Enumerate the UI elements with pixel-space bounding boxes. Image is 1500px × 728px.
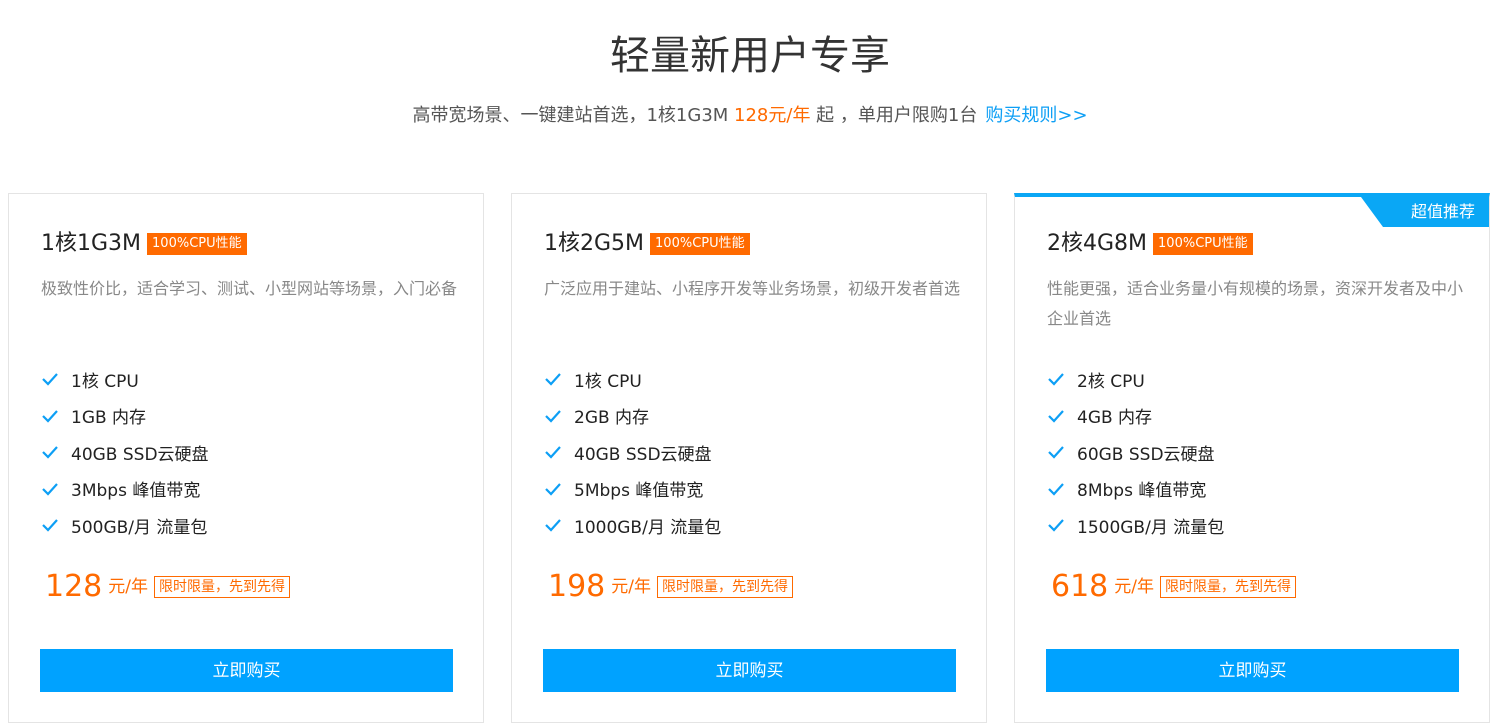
feature-item: 60GB SSD云硬盘 xyxy=(1047,434,1224,471)
cpu-performance-badge: 100%CPU性能 xyxy=(650,233,750,255)
feature-item: 1GB 内存 xyxy=(41,398,209,435)
check-icon xyxy=(1048,483,1064,496)
feature-text: 1GB 内存 xyxy=(71,408,147,429)
buy-now-button[interactable]: 立即购买 xyxy=(40,649,453,692)
plan-price: 618 xyxy=(1051,569,1109,604)
feature-item: 40GB SSD云硬盘 xyxy=(41,434,209,471)
cpu-performance-badge: 100%CPU性能 xyxy=(147,233,247,255)
plan-card-1c1g3m: 1核1G3M 100%CPU性能 极致性价比，适合学习、测试、小型网站等场景，入… xyxy=(8,193,484,723)
limited-offer-tag: 限时限量，先到先得 xyxy=(154,576,290,598)
plan-price: 198 xyxy=(548,569,606,604)
feature-list: 1核 CPU 2GB 内存 40GB SSD云硬盘 5Mbps 峰值带宽 100… xyxy=(544,361,721,544)
feature-item: 1000GB/月 流量包 xyxy=(544,507,721,544)
cpu-performance-badge: 100%CPU性能 xyxy=(1153,233,1253,255)
buy-now-button[interactable]: 立即购买 xyxy=(543,649,956,692)
feature-text: 8Mbps 峰值带宽 xyxy=(1077,481,1207,502)
feature-text: 3Mbps 峰值带宽 xyxy=(71,481,201,502)
feature-item: 8Mbps 峰值带宽 xyxy=(1047,471,1224,508)
check-icon xyxy=(42,519,58,532)
feature-text: 40GB SSD云硬盘 xyxy=(71,444,209,465)
feature-text: 1核 CPU xyxy=(574,371,642,392)
check-icon xyxy=(545,446,561,459)
feature-text: 4GB 内存 xyxy=(1077,408,1153,429)
subtitle-price: 128元/年 xyxy=(734,105,811,126)
check-icon xyxy=(42,410,58,423)
plan-header: 2核4G8M 100%CPU性能 xyxy=(1047,230,1253,258)
feature-text: 2GB 内存 xyxy=(574,408,650,429)
plan-header: 1核2G5M 100%CPU性能 xyxy=(544,230,750,258)
feature-item: 5Mbps 峰值带宽 xyxy=(544,471,721,508)
feature-list: 2核 CPU 4GB 内存 60GB SSD云硬盘 8Mbps 峰值带宽 150… xyxy=(1047,361,1224,544)
feature-item: 2GB 内存 xyxy=(544,398,721,435)
limited-offer-tag: 限时限量，先到先得 xyxy=(1160,576,1296,598)
plan-card-2c4g8m: 超值推荐 2核4G8M 100%CPU性能 性能更强，适合业务量小有规模的场景，… xyxy=(1014,193,1490,723)
price-unit: 元/年 xyxy=(1114,577,1154,597)
feature-item: 3Mbps 峰值带宽 xyxy=(41,471,209,508)
feature-item: 1核 CPU xyxy=(544,361,721,398)
page-subtitle: 高带宽场景、一键建站首选，1核1G3M 128元/年 起 ，单用户限购1台 购买规… xyxy=(0,102,1500,130)
check-icon xyxy=(545,483,561,496)
subtitle-text: 高带宽场景、一键建站首选，1核1G3M xyxy=(412,105,735,126)
price-row: 198 元/年 限时限量，先到先得 xyxy=(548,569,793,605)
plan-description: 性能更强，适合业务量小有规模的场景，资深开发者及中小企业首选 xyxy=(1047,279,1464,328)
check-icon xyxy=(42,483,58,496)
price-row: 618 元/年 限时限量，先到先得 xyxy=(1051,569,1296,605)
check-icon xyxy=(1048,446,1064,459)
feature-item: 1500GB/月 流量包 xyxy=(1047,507,1224,544)
plan-header: 1核1G3M 100%CPU性能 xyxy=(41,230,247,258)
feature-text: 40GB SSD云硬盘 xyxy=(574,444,712,465)
feature-text: 1500GB/月 流量包 xyxy=(1077,517,1225,538)
feature-text: 2核 CPU xyxy=(1077,371,1145,392)
feature-item: 500GB/月 流量包 xyxy=(41,507,209,544)
feature-list: 1核 CPU 1GB 内存 40GB SSD云硬盘 3Mbps 峰值带宽 500… xyxy=(41,361,209,544)
check-icon xyxy=(545,410,561,423)
subtitle-suffix: 起 ，单用户限购1台 xyxy=(810,105,978,126)
purchase-rules-link[interactable]: 购买规则>> xyxy=(985,105,1087,126)
plan-name: 2核4G8M xyxy=(1047,231,1148,256)
page-title: 轻量新用户专享 xyxy=(610,33,890,79)
feature-text: 500GB/月 流量包 xyxy=(71,517,208,538)
plan-description: 广泛应用于建站、小程序开发等业务场景，初级开发者首选 xyxy=(544,279,961,298)
feature-text: 60GB SSD云硬盘 xyxy=(1077,444,1215,465)
check-icon xyxy=(545,519,561,532)
plan-price: 128 xyxy=(45,569,103,604)
price-row: 128 元/年 限时限量，先到先得 xyxy=(45,569,290,605)
price-unit: 元/年 xyxy=(108,577,148,597)
recommended-ribbon: 超值推荐 xyxy=(1361,197,1489,227)
feature-item: 1核 CPU xyxy=(41,361,209,398)
plan-description: 极致性价比，适合学习、测试、小型网站等场景，入门必备 xyxy=(41,279,458,298)
feature-text: 5Mbps 峰值带宽 xyxy=(574,481,704,502)
buy-now-button[interactable]: 立即购买 xyxy=(1046,649,1459,692)
plan-card-1c2g5m: 1核2G5M 100%CPU性能 广泛应用于建站、小程序开发等业务场景，初级开发… xyxy=(511,193,987,723)
limited-offer-tag: 限时限量，先到先得 xyxy=(657,576,793,598)
plan-name: 1核1G3M xyxy=(41,231,142,256)
check-icon xyxy=(545,373,561,386)
feature-item: 40GB SSD云硬盘 xyxy=(544,434,721,471)
feature-text: 1核 CPU xyxy=(71,371,139,392)
check-icon xyxy=(42,373,58,386)
feature-item: 2核 CPU xyxy=(1047,361,1224,398)
check-icon xyxy=(1048,373,1064,386)
page: 轻量新用户专享 高带宽场景、一键建站首选，1核1G3M 128元/年 起 ，单用… xyxy=(0,0,1500,728)
feature-text: 1000GB/月 流量包 xyxy=(574,517,722,538)
check-icon xyxy=(42,446,58,459)
check-icon xyxy=(1048,519,1064,532)
plan-name: 1核2G5M xyxy=(544,231,645,256)
check-icon xyxy=(1048,410,1064,423)
feature-item: 4GB 内存 xyxy=(1047,398,1224,435)
price-unit: 元/年 xyxy=(611,577,651,597)
